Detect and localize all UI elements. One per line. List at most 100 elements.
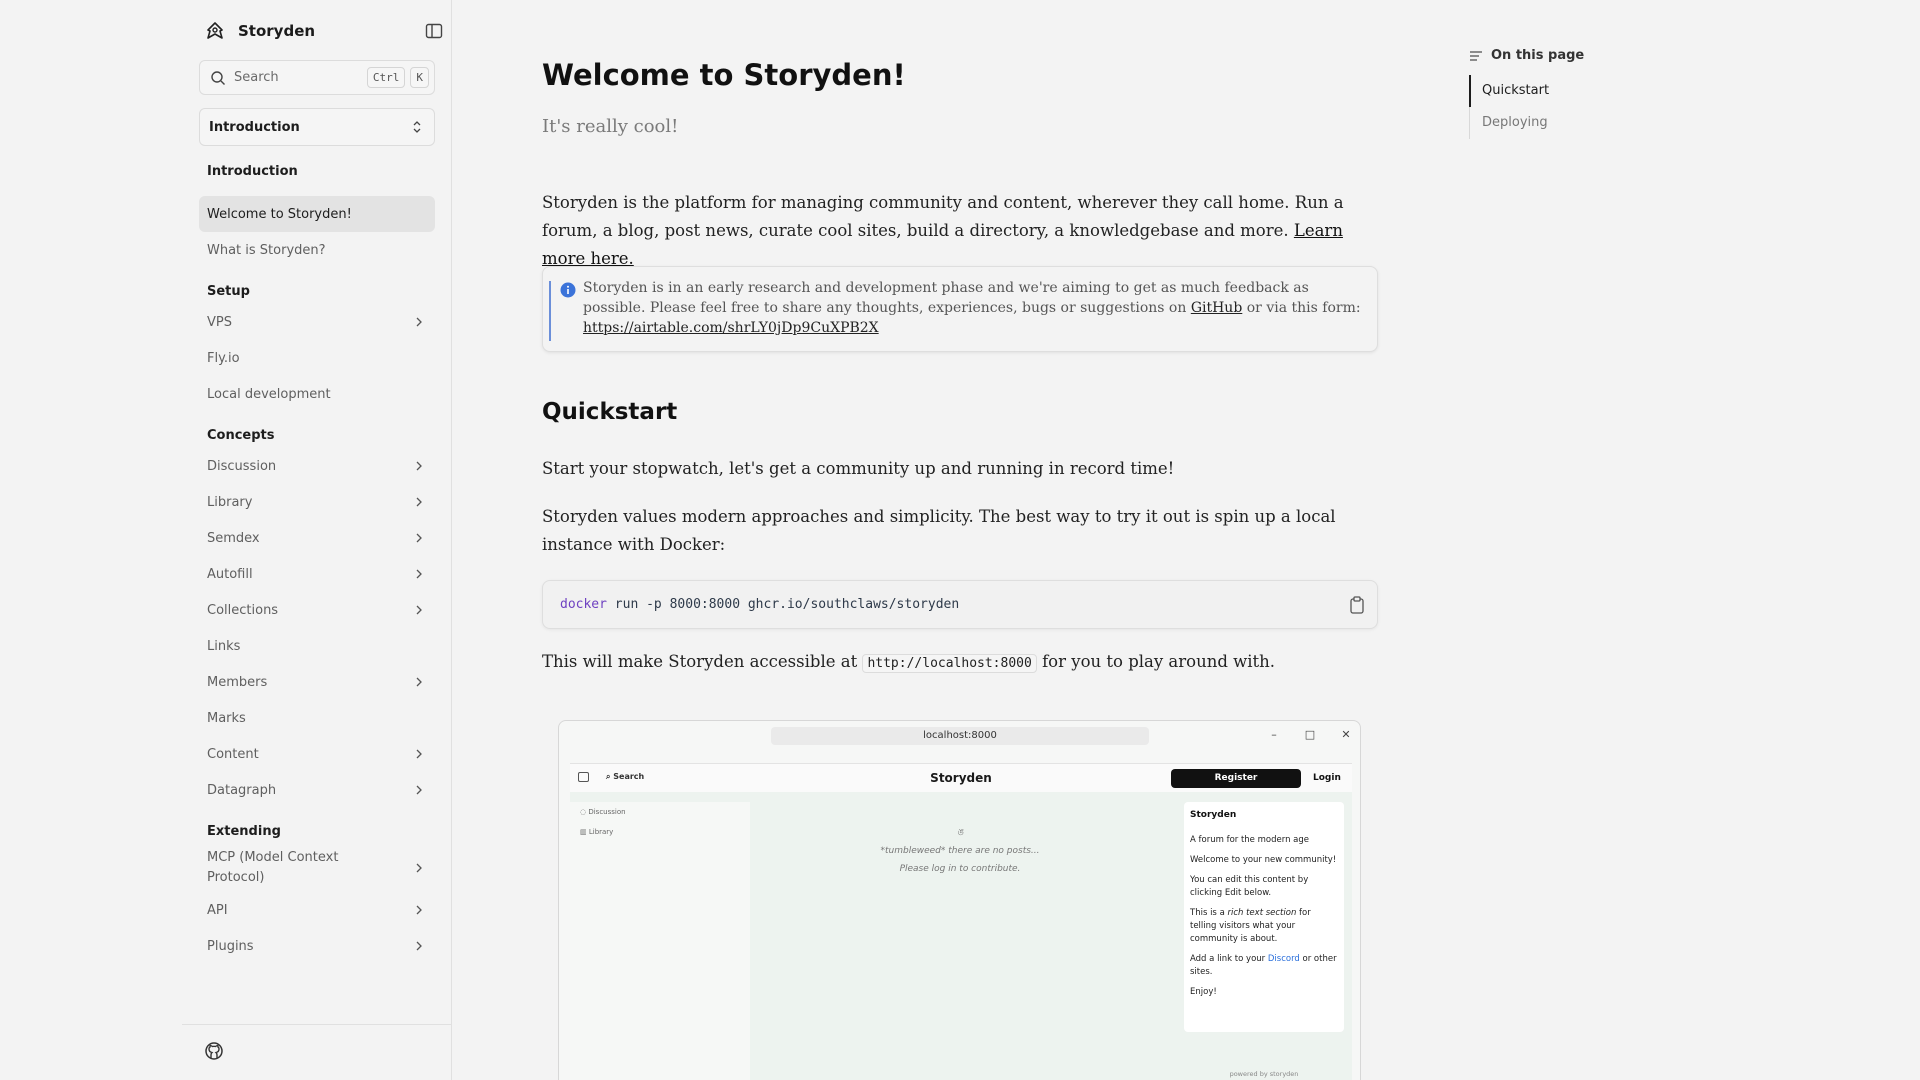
empty-line-1: *tumbleweed* there are no posts... [880, 846, 1040, 856]
screenshot-nav-label: Discussion [588, 808, 626, 816]
card-welcome: Welcome to your new community! [1190, 855, 1337, 865]
card-rich-text: This is a rich text section for telling … [1190, 907, 1338, 946]
card-tagline: A forum for the modern age [1190, 835, 1309, 845]
search-input[interactable]: Search Ctrl K [199, 60, 435, 95]
info-callout: Storyden is in an early research and dev… [542, 266, 1378, 352]
screenshot-nav-library: ▥ Library [580, 828, 614, 836]
chevron-right-icon [416, 533, 422, 543]
github-icon[interactable] [204, 1041, 224, 1061]
page-subtitle: It's really cool! [542, 116, 679, 137]
search-icon [211, 70, 225, 85]
sidebar-item-label: Collections [207, 602, 279, 618]
chevron-right-icon [416, 461, 422, 471]
sidebar-item-local-development[interactable]: Local development [199, 376, 435, 412]
chevron-right-icon [416, 317, 422, 327]
app-screenshot: localhost:8000 – □ ✕ ⌕ Search Storyden R… [558, 720, 1361, 1080]
toc-heading: On this page [1469, 48, 1669, 63]
sidebar-item-library[interactable]: Library [199, 484, 435, 520]
sidebar-item-flyio[interactable]: Fly.io [199, 340, 435, 376]
sidebar-item-plugins[interactable]: Plugins [199, 928, 435, 964]
chevron-right-icon [416, 677, 422, 687]
empty-line-2: Please log in to contribute. [899, 864, 1021, 874]
page-title: Welcome to Storyden! [542, 58, 906, 92]
brand-name: Storyden [238, 22, 316, 40]
card-title: Storyden [1190, 810, 1237, 820]
sidebar: Storyden Search Ctrl K Introduction Intr… [182, 0, 452, 1080]
toc-links: Quickstart Deploying [1469, 75, 1669, 139]
shortcut-ctrl: Ctrl [366, 67, 406, 88]
access-paragraph: This will make Storyden accessible at ht… [542, 648, 1378, 678]
table-of-contents: On this page Quickstart Deploying [1469, 48, 1669, 139]
nav-section-concepts: Concepts [207, 428, 275, 443]
sidebar-item-label: Local development [207, 386, 331, 402]
sidebar-item-label: Discussion [207, 458, 277, 474]
card-edit-hint: You can edit this content by clicking Ed… [1190, 875, 1309, 898]
docker-command: docker run -p 8000:8000 ghcr.io/southcla… [560, 597, 959, 612]
chevron-right-icon [416, 497, 422, 507]
card-links-a: Add a link to your [1190, 954, 1266, 964]
chevron-right-icon [416, 569, 422, 579]
sidebar-item-autofill[interactable]: Autofill [199, 556, 435, 592]
sidebar-item-members[interactable]: Members [199, 664, 435, 700]
screenshot-url-bar: localhost:8000 [771, 727, 1149, 745]
intro-text: Storyden is the platform for managing co… [542, 193, 1344, 240]
sidebar-nav: Introduction Welcome to Storyden! What i… [199, 164, 435, 964]
chevron-right-icon [416, 863, 422, 873]
sidebar-item-label: Library [207, 494, 253, 510]
sidebar-item-semdex[interactable]: Semdex [199, 520, 435, 556]
access-text-after: for you to play around with. [1042, 652, 1276, 671]
sidebar-item-marks[interactable]: Marks [199, 700, 435, 736]
search-placeholder: Search [234, 70, 279, 85]
sidebar-item-welcome[interactable]: Welcome to Storyden! [199, 196, 435, 232]
chevron-right-icon [416, 905, 422, 915]
sidebar-item-label: VPS [207, 314, 232, 330]
sidebar-item-content[interactable]: Content [199, 736, 435, 772]
feedback-form-link[interactable]: https://airtable.com/shrLY0jDp9CuXPB2X [583, 320, 879, 336]
sidebar-item-collections[interactable]: Collections [199, 592, 435, 628]
sidebar-item-datagraph[interactable]: Datagraph [199, 772, 435, 808]
callout-mid: or via this form: [1246, 300, 1361, 316]
sidebar-item-label: Content [207, 746, 259, 762]
sidebar-item-label: What is Storyden? [207, 242, 326, 258]
callout-text: Storyden is in an early research and dev… [583, 278, 1369, 338]
sidebar-item-label: Members [207, 674, 268, 690]
card-rich-a: This is a [1190, 908, 1225, 918]
storyden-logo-icon [207, 22, 223, 39]
sidebar-item-label: Marks [207, 710, 246, 726]
card-rich-em: rich text section [1227, 908, 1297, 918]
sidebar-item-label: MCP (Model Context Protocol) [207, 850, 339, 885]
sidebar-item-label: Datagraph [207, 782, 277, 798]
sidebar-item-label: Welcome to Storyden! [207, 206, 352, 222]
screenshot-empty-state: ঙ *tumbleweed* there are no posts... Ple… [750, 824, 1170, 878]
sidebar-item-label: API [207, 902, 228, 918]
command-args: run -p 8000:8000 ghcr.io/southclaws/stor… [614, 597, 960, 612]
nav-section-setup: Setup [207, 284, 250, 299]
quickstart-paragraph-1: Start your stopwatch, let's get a commun… [542, 459, 1175, 478]
section-select[interactable]: Introduction [199, 108, 435, 146]
card-enjoy: Enjoy! [1190, 987, 1217, 997]
list-icon [1470, 50, 1482, 61]
sidebar-item-discussion[interactable]: Discussion [199, 448, 435, 484]
sidebar-item-api[interactable]: API [199, 892, 435, 928]
toc-title: On this page [1491, 48, 1585, 63]
command-keyword: docker [560, 597, 607, 612]
toc-item-quickstart[interactable]: Quickstart [1469, 75, 1669, 107]
screenshot-info-card: Storyden A forum for the modern age Welc… [1184, 802, 1344, 1032]
maximize-icon: □ [1304, 728, 1316, 741]
sidebar-item-vps[interactable]: VPS [199, 304, 435, 340]
sidebar-item-mcp[interactable]: MCP (Model Context Protocol) [199, 844, 435, 892]
quickstart-heading: Quickstart [542, 399, 678, 425]
brand[interactable]: Storyden [206, 20, 444, 42]
sidebar-footer [182, 1024, 452, 1080]
sidebar-item-label: Fly.io [207, 350, 240, 366]
chevron-right-icon [416, 605, 422, 615]
section-select-value: Introduction [209, 119, 300, 135]
chevron-up-down-icon [413, 121, 421, 133]
sidebar-toggle-icon[interactable] [424, 21, 444, 41]
clipboard-icon[interactable] [1349, 596, 1365, 614]
sidebar-item-what-is-storyden[interactable]: What is Storyden? [199, 232, 435, 268]
toc-item-deploying[interactable]: Deploying [1470, 107, 1669, 139]
github-link[interactable]: GitHub [1191, 300, 1242, 316]
card-links: Add a link to your Discord or other site… [1190, 953, 1338, 979]
sidebar-item-links[interactable]: Links [199, 628, 435, 664]
